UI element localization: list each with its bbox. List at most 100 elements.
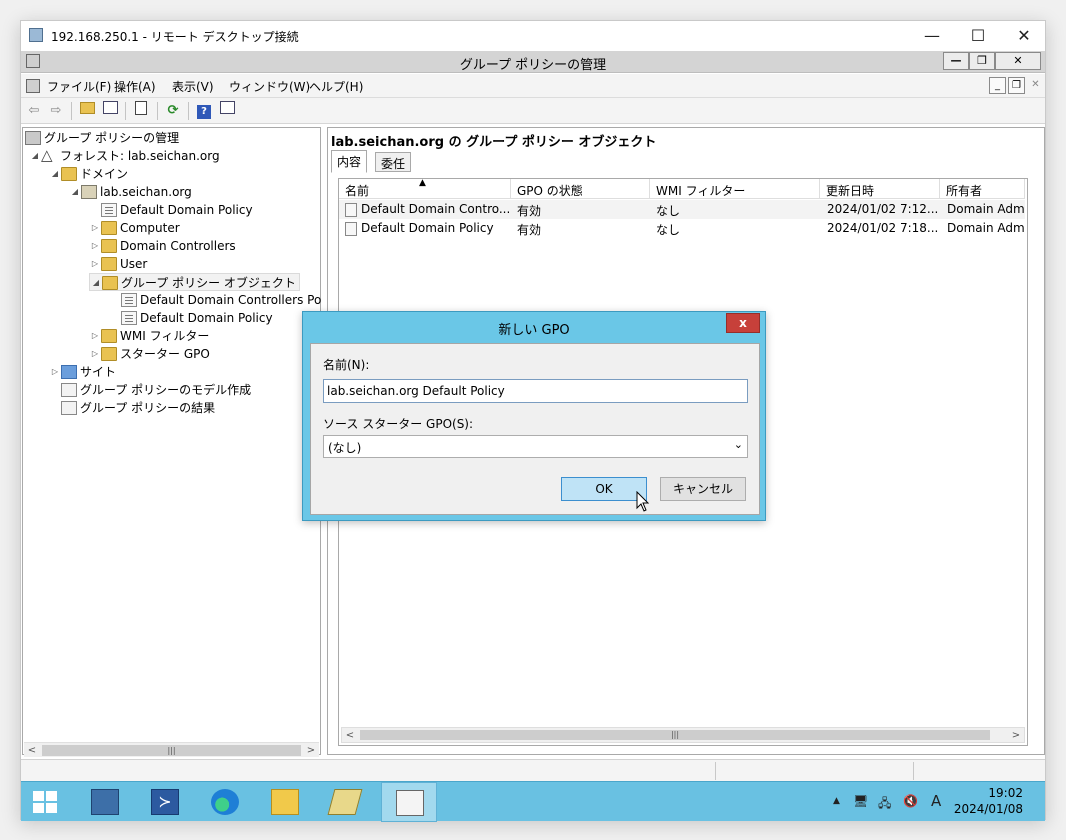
child-minimize-button[interactable]: _: [989, 77, 1006, 94]
tree-item-results[interactable]: グループ ポリシーの結果: [49, 399, 215, 417]
menu-window[interactable]: ウィンドウ(W): [229, 78, 310, 95]
child-restore-button[interactable]: ❐: [1008, 77, 1025, 94]
mmc-restore-button[interactable]: ❐: [969, 52, 995, 70]
show-hide-tree-icon[interactable]: [100, 101, 120, 121]
gpo-link-icon: [101, 203, 117, 217]
taskbar-powershell[interactable]: ≻: [137, 782, 193, 822]
rdp-maximize-button[interactable]: ☐: [955, 21, 1001, 51]
scroll-right-icon[interactable]: >: [1008, 728, 1024, 743]
tree-label: WMI フィルター: [120, 329, 210, 343]
expand-icon[interactable]: ▷: [89, 255, 101, 273]
ime-mode-indicator[interactable]: A: [931, 792, 941, 810]
network-error-icon[interactable]: 🖥: [853, 794, 868, 808]
show-hidden-icons-icon[interactable]: ▲: [833, 796, 840, 806]
scroll-right-icon[interactable]: >: [303, 743, 319, 758]
clipboard-icon[interactable]: [131, 101, 151, 121]
expand-icon[interactable]: ▷: [89, 237, 101, 255]
menu-help[interactable]: ヘルプ(H): [309, 78, 363, 95]
tree-item-domains[interactable]: ◢ ドメイン: [49, 165, 128, 183]
starter-gpo-select[interactable]: (なし) ⌄: [323, 435, 748, 458]
taskbar-ad-tool[interactable]: [317, 782, 373, 822]
taskbar-server-manager[interactable]: [77, 782, 133, 822]
expand-icon[interactable]: ▷: [89, 345, 101, 363]
taskbar-gpmc[interactable]: [381, 782, 437, 822]
properties-pane-icon[interactable]: [217, 101, 237, 121]
rdp-close-button[interactable]: ✕: [1001, 21, 1047, 51]
tree-horizontal-scrollbar[interactable]: < ||| >: [24, 742, 319, 757]
scroll-left-icon[interactable]: <: [342, 728, 358, 743]
column-header-name[interactable]: 名前 ▲: [339, 178, 511, 199]
refresh-icon[interactable]: ⟳: [163, 101, 183, 121]
rdp-window: 192.168.250.1 - リモート デスクトップ接続 — ☐ ✕ グループ…: [20, 20, 1047, 822]
column-header-modified[interactable]: 更新日時: [820, 179, 940, 199]
toolbar: ⇦ ⇨ ⟳ ?: [21, 98, 1045, 124]
dialog-close-button[interactable]: x: [726, 313, 760, 333]
scrollbar-thumb[interactable]: |||: [360, 730, 990, 740]
forward-arrow-icon[interactable]: ⇨: [46, 101, 66, 121]
child-close-button[interactable]: ✕: [1027, 77, 1044, 94]
tree-item-gpo-dc-policy[interactable]: Default Domain Controllers Po: [109, 291, 321, 309]
clock-date[interactable]: 2024/01/08: [954, 802, 1023, 816]
tree-item-modeling[interactable]: グループ ポリシーのモデル作成: [49, 381, 251, 399]
ou-folder-icon: [101, 257, 117, 271]
tab-delegation[interactable]: 委任: [375, 152, 412, 172]
clock-time[interactable]: 19:02: [988, 786, 1023, 800]
tab-contents[interactable]: 内容: [331, 150, 368, 173]
expand-icon[interactable]: ▷: [49, 363, 61, 381]
tree-label: Computer: [120, 221, 180, 235]
mmc-close-button[interactable]: ✕: [995, 52, 1041, 70]
tree-item-sites[interactable]: ▷ サイト: [49, 363, 116, 381]
taskbar-edge[interactable]: [197, 782, 253, 822]
taskbar-explorer[interactable]: [257, 782, 313, 822]
tree-item-forest[interactable]: ◢ フォレスト: lab.seichan.org: [29, 146, 220, 165]
ok-button[interactable]: OK: [561, 477, 647, 501]
domains-folder-icon: [61, 167, 77, 181]
up-folder-icon[interactable]: [77, 101, 97, 121]
results-icon: [61, 401, 77, 415]
collapse-icon[interactable]: ◢: [29, 147, 41, 165]
collapse-icon[interactable]: ◢: [69, 183, 81, 201]
cell-owner: Domain Adm: [947, 202, 1025, 216]
column-header-owner[interactable]: 所有者: [940, 179, 1025, 199]
rdp-minimize-button[interactable]: —: [909, 21, 955, 51]
help-icon[interactable]: ?: [194, 101, 214, 121]
tree-item-gpo-domain-policy[interactable]: Default Domain Policy: [109, 309, 273, 327]
column-header-gpo-status[interactable]: GPO の状態: [511, 179, 650, 199]
dialog-body: 名前(N): ソース スターター GPO(S): (なし) ⌄ OK キャンセル: [310, 343, 760, 515]
tree-item-domain-controllers[interactable]: ▷ Domain Controllers: [89, 237, 236, 255]
tree-item-wmi-filters[interactable]: ▷ WMI フィルター: [89, 327, 209, 345]
collapse-icon[interactable]: ◢: [90, 274, 102, 292]
menu-action[interactable]: 操作(A): [114, 78, 156, 95]
tree-item-gpo-objects[interactable]: ◢ グループ ポリシー オブジェクト: [89, 273, 300, 291]
gpo-name-input[interactable]: [323, 379, 748, 403]
start-button[interactable]: [21, 782, 71, 822]
scroll-left-icon[interactable]: <: [24, 743, 40, 758]
list-horizontal-scrollbar[interactable]: < ||| >: [341, 727, 1025, 743]
tree-item-default-domain-policy-link[interactable]: Default Domain Policy: [89, 201, 253, 219]
status-divider: [913, 762, 914, 780]
table-row[interactable]: Default Domain Policy 有効 なし 2024/01/02 7…: [339, 219, 1025, 238]
gpo-icon: [121, 311, 137, 325]
collapse-icon[interactable]: ◢: [49, 165, 61, 183]
menu-file[interactable]: ファイル(F): [47, 78, 111, 95]
cancel-button[interactable]: キャンセル: [660, 477, 746, 501]
tree-item-gpmc-root[interactable]: グループ ポリシーの管理: [25, 129, 179, 147]
dialog-title: 新しい GPO: [498, 323, 570, 338]
volume-muted-icon[interactable]: 🔇: [903, 794, 918, 808]
scrollbar-thumb[interactable]: |||: [42, 745, 301, 756]
cell-modified: 2024/01/02 7:12...: [827, 202, 939, 216]
tree-item-computer[interactable]: ▷ Computer: [89, 219, 180, 237]
tree-label: グループ ポリシーの結果: [80, 401, 216, 415]
mmc-minimize-button[interactable]: —: [943, 52, 969, 70]
expand-icon[interactable]: ▷: [89, 219, 101, 237]
menu-view[interactable]: 表示(V): [172, 78, 214, 95]
tree-label: Default Domain Policy: [140, 311, 273, 325]
column-header-wmi-filter[interactable]: WMI フィルター: [650, 179, 820, 199]
back-arrow-icon[interactable]: ⇦: [24, 101, 44, 121]
network-icon[interactable]: 🖧: [878, 794, 891, 815]
expand-icon[interactable]: ▷: [89, 327, 101, 345]
table-row[interactable]: Default Domain Contro... 有効 なし 2024/01/0…: [339, 200, 1025, 219]
tree-item-starter-gpo[interactable]: ▷ スターター GPO: [89, 345, 210, 363]
tree-item-user[interactable]: ▷ User: [89, 255, 147, 273]
tree-item-domain[interactable]: ◢ lab.seichan.org: [69, 183, 192, 201]
